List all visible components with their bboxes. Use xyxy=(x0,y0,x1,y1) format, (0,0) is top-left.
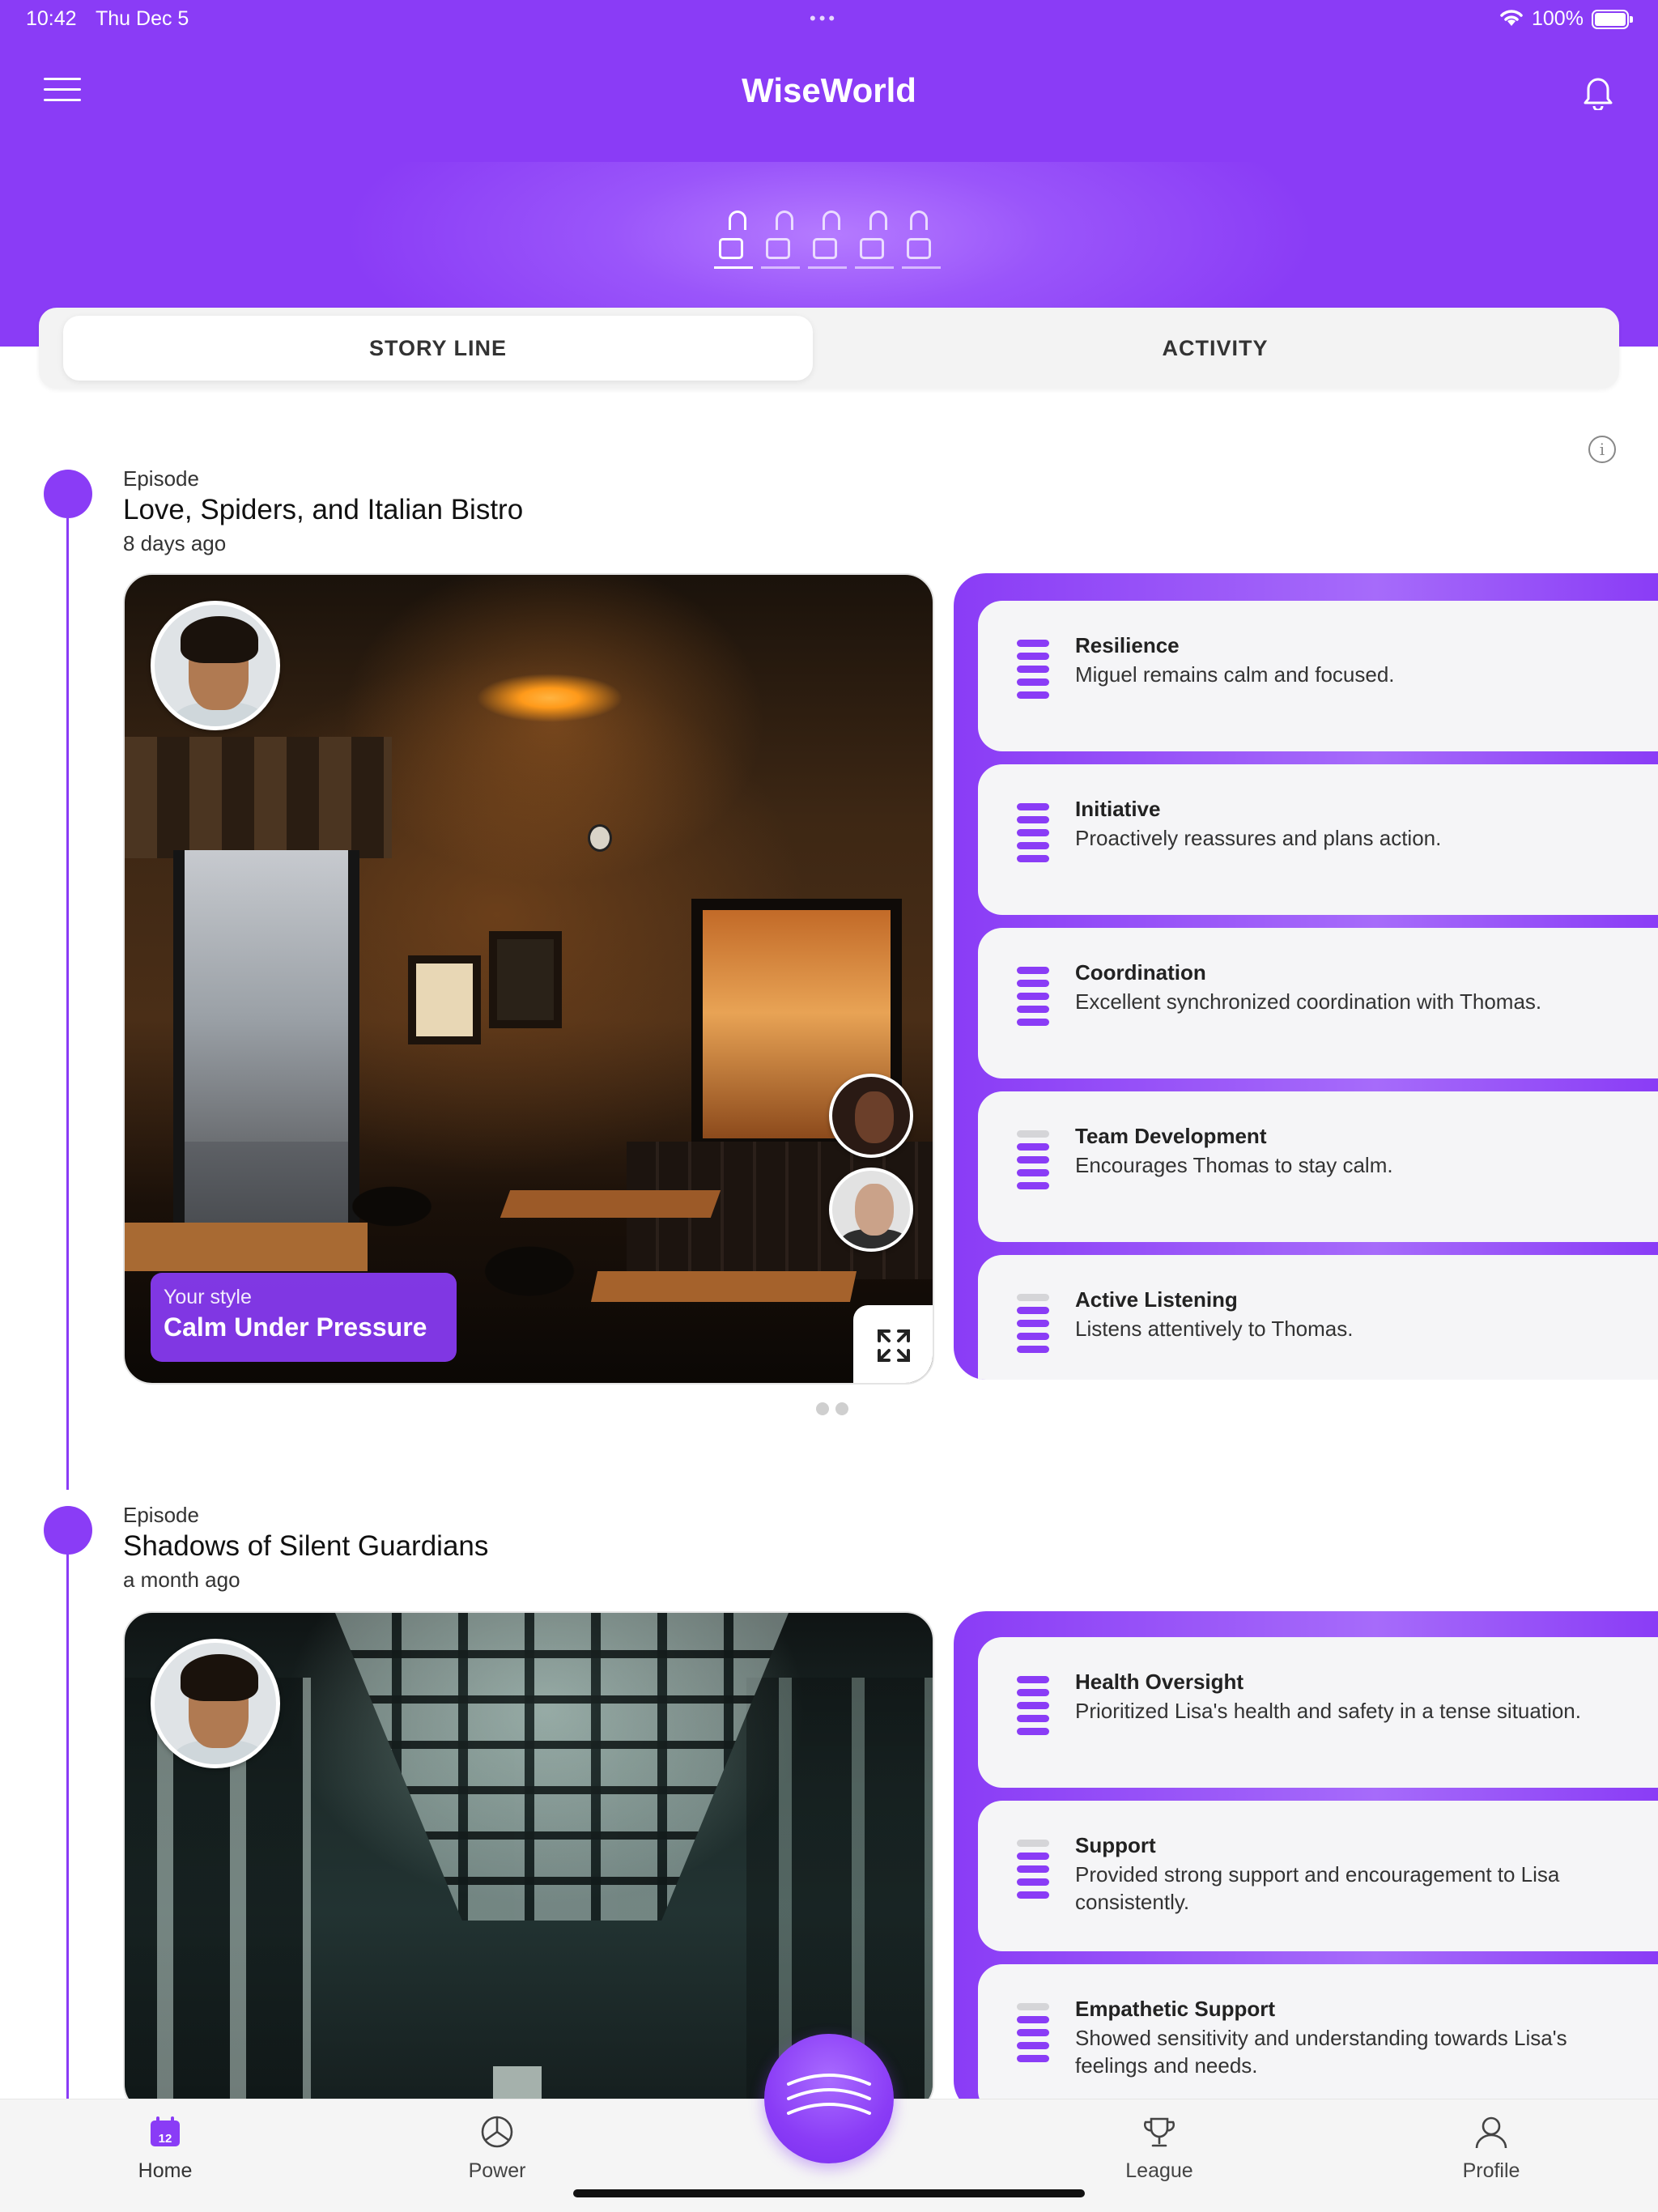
calendar-day: 12 xyxy=(159,2132,172,2146)
style-badge: Your style Calm Under Pressure xyxy=(151,1273,457,1362)
episode-time: 8 days ago xyxy=(123,531,227,555)
unlocked-level-icon xyxy=(714,211,753,269)
skill-level-icon xyxy=(1017,1130,1049,1195)
skill-description: Proactively reassures and plans action. xyxy=(1075,826,1442,850)
trophy-icon xyxy=(1141,2114,1177,2150)
episode-time: a month ago xyxy=(123,1568,240,1592)
skill-description: Listens attentively to Thomas. xyxy=(1075,1317,1354,1341)
nav-profile-label: Profile xyxy=(1462,2159,1520,2182)
multitasking-dots-icon[interactable]: ••• xyxy=(810,8,838,29)
info-icon[interactable]: i xyxy=(1588,436,1616,463)
unlocked-level-icon xyxy=(808,211,847,269)
skill-card[interactable]: Empathetic Support Showed sensitivity an… xyxy=(978,1964,1658,2113)
player-avatar[interactable] xyxy=(151,601,280,730)
skill-card[interactable]: Initiative Proactively reassures and pla… xyxy=(978,764,1658,915)
skill-level-icon xyxy=(1017,640,1049,704)
style-label: Your style xyxy=(164,1286,252,1308)
user-icon xyxy=(1473,2114,1509,2150)
character-avatar[interactable] xyxy=(829,1168,913,1252)
nav-power[interactable]: Power xyxy=(416,2114,578,2183)
unlocked-level-icon xyxy=(855,211,894,269)
skill-card[interactable]: Coordination Excellent synchronized coor… xyxy=(978,928,1658,1078)
locked-level-icon xyxy=(902,211,941,269)
carousel-pager[interactable] xyxy=(816,1402,855,1419)
waves-icon xyxy=(787,2074,871,2115)
skill-level-icon xyxy=(1017,1840,1049,1904)
notification-bell-icon[interactable] xyxy=(1582,73,1614,110)
skill-card[interactable]: Health Oversight Prioritized Lisa's heal… xyxy=(978,1637,1658,1788)
status-bar: 10:42 Thu Dec 5 ••• 100% xyxy=(0,0,1658,39)
episode-title[interactable]: Love, Spiders, and Italian Bistro xyxy=(123,494,523,526)
app-header: 10:42 Thu Dec 5 ••• 100% WiseWorld xyxy=(0,0,1658,347)
home-indicator[interactable] xyxy=(573,2189,1085,2197)
episode-scene-image[interactable]: Your style Calm Under Pressure xyxy=(123,573,934,1385)
tab-story-line[interactable]: STORY LINE xyxy=(63,316,813,381)
nav-profile[interactable]: Profile xyxy=(1410,2114,1572,2183)
player-avatar[interactable] xyxy=(151,1639,280,1768)
calendar-icon: 12 xyxy=(147,2114,183,2150)
style-value: Calm Under Pressure xyxy=(164,1312,427,1342)
skill-name: Initiative xyxy=(1075,797,1161,821)
skill-card[interactable]: Resilience Miguel remains calm and focus… xyxy=(978,601,1658,751)
status-date: Thu Dec 5 xyxy=(96,7,189,30)
nav-home[interactable]: 12 Home xyxy=(84,2114,246,2183)
status-time: 10:42 xyxy=(26,7,77,30)
skill-level-icon xyxy=(1017,2003,1049,2068)
timeline-dot xyxy=(44,470,92,518)
episode-label: Episode xyxy=(123,466,199,491)
skill-name: Coordination xyxy=(1075,960,1206,985)
timeline-line xyxy=(66,518,69,1490)
skill-name: Empathetic Support xyxy=(1075,1997,1276,2021)
skill-name: Support xyxy=(1075,1833,1156,1857)
skill-level-icon xyxy=(1017,1294,1049,1359)
skill-description: Excellent synchronized coordination with… xyxy=(1075,989,1542,1014)
nav-power-label: Power xyxy=(468,2159,526,2182)
skill-name: Active Listening xyxy=(1075,1287,1238,1312)
timeline-dot xyxy=(44,1506,92,1555)
battery-percent: 100% xyxy=(1532,7,1584,30)
pie-chart-icon xyxy=(479,2114,515,2150)
timeline-line xyxy=(66,1553,69,2120)
skill-description: Encourages Thomas to stay calm. xyxy=(1075,1153,1393,1177)
tab-activity[interactable]: ACTIVITY xyxy=(840,316,1590,381)
unlocked-level-icon xyxy=(761,211,800,269)
skill-name: Health Oversight xyxy=(1075,1670,1244,1694)
skill-description: Prioritized Lisa's health and safety in … xyxy=(1075,1699,1581,1723)
episode-label: Episode xyxy=(123,1503,199,1527)
level-locks xyxy=(714,211,949,269)
expand-icon xyxy=(878,1329,910,1362)
expand-button[interactable] xyxy=(853,1305,933,1383)
skill-card[interactable]: Active Listening Listens attentively to … xyxy=(978,1255,1658,1380)
segmented-tabs: STORY LINE ACTIVITY xyxy=(39,308,1619,389)
app-title: WiseWorld xyxy=(742,71,916,109)
wifi-icon xyxy=(1500,10,1523,26)
nav-league[interactable]: League xyxy=(1078,2114,1240,2183)
battery-icon xyxy=(1592,10,1633,29)
skill-name: Resilience xyxy=(1075,633,1180,657)
skill-card[interactable]: Team Development Encourages Thomas to st… xyxy=(978,1091,1658,1242)
skill-level-icon xyxy=(1017,1676,1049,1741)
skill-level-icon xyxy=(1017,803,1049,868)
skill-name: Team Development xyxy=(1075,1124,1267,1148)
center-action-button[interactable] xyxy=(764,2034,894,2163)
skill-description: Miguel remains calm and focused. xyxy=(1075,662,1395,687)
episode-title[interactable]: Shadows of Silent Guardians xyxy=(123,1530,488,1563)
nav-league-label: League xyxy=(1125,2159,1193,2182)
skills-panel: Health Oversight Prioritized Lisa's heal… xyxy=(954,1611,1658,2113)
skills-panel: Resilience Miguel remains calm and focus… xyxy=(954,573,1658,1380)
skill-card[interactable]: Support Provided strong support and enco… xyxy=(978,1801,1658,1951)
nav-home-label: Home xyxy=(138,2159,193,2182)
skill-level-icon xyxy=(1017,967,1049,1032)
skill-description: Showed sensitivity and understanding tow… xyxy=(1075,2026,1567,2078)
skill-description: Provided strong support and encouragemen… xyxy=(1075,1862,1560,1914)
character-avatar[interactable] xyxy=(829,1074,913,1158)
